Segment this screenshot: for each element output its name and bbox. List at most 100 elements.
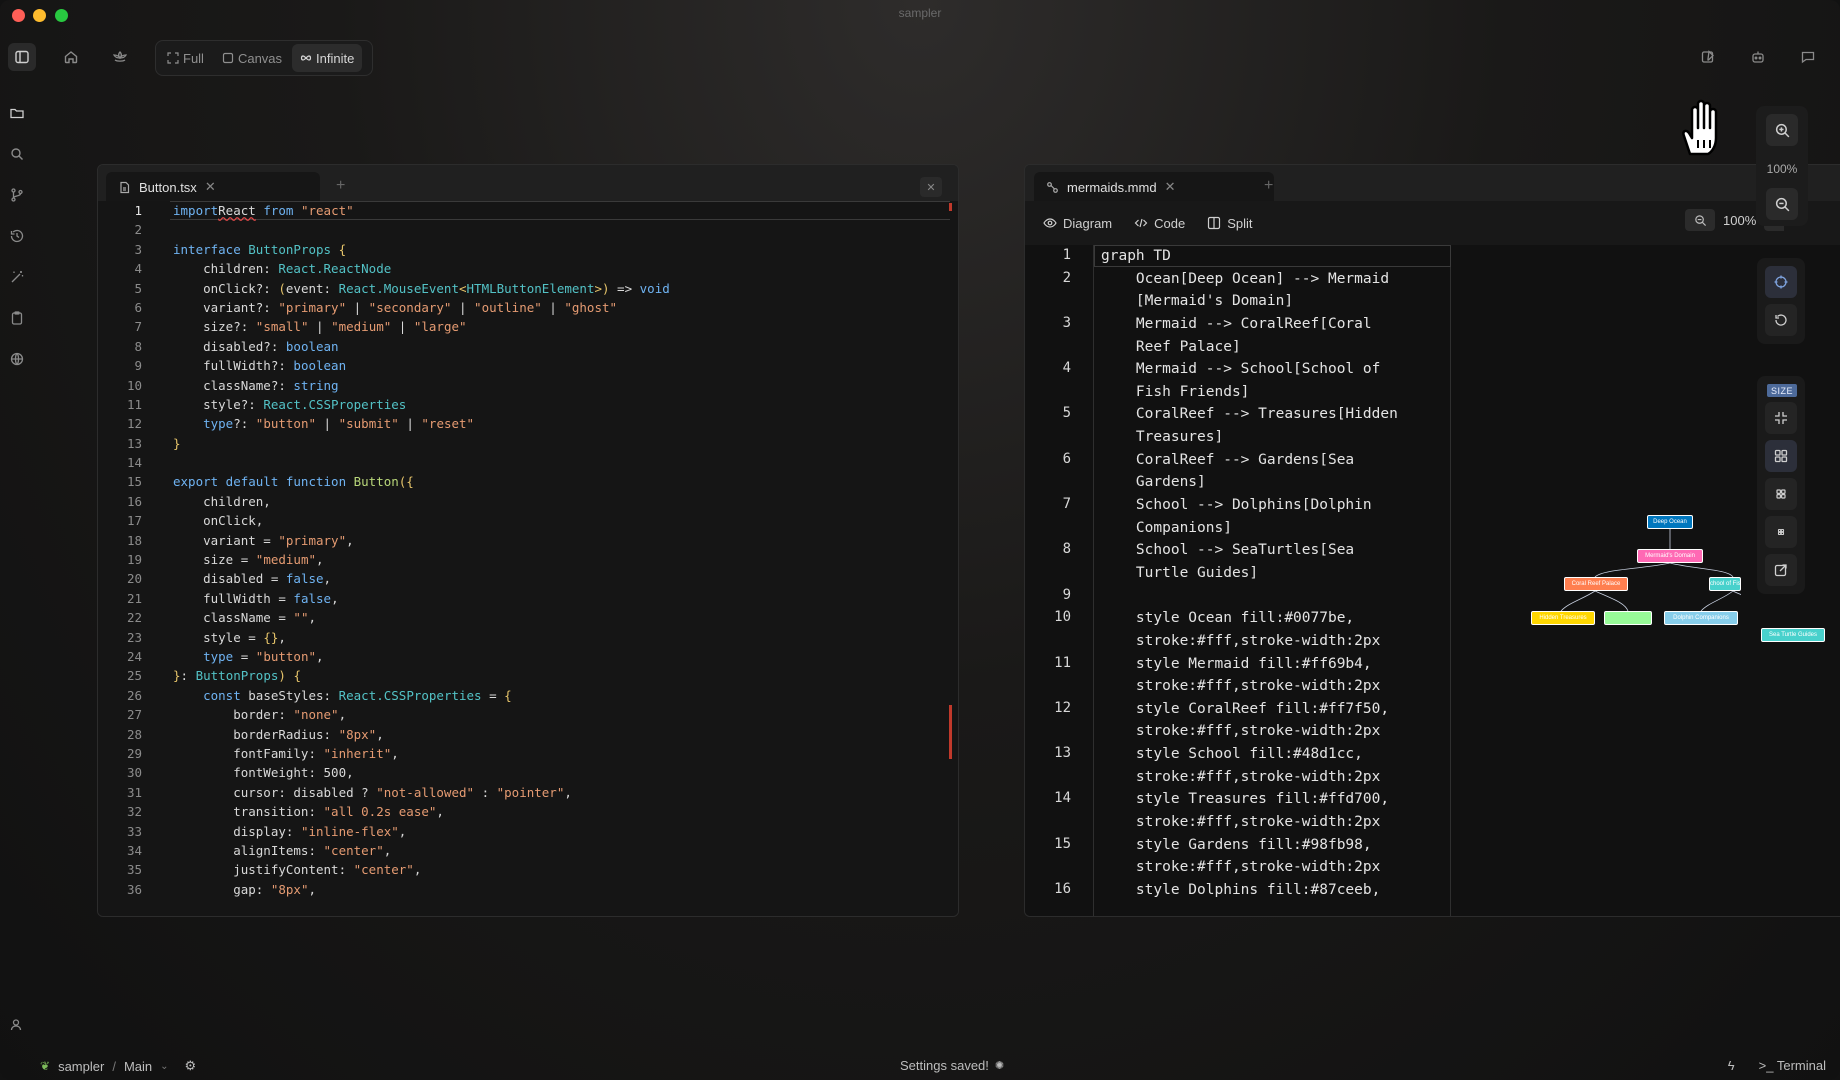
mode-canvas-button[interactable]: Canvas [214, 44, 290, 72]
canvas-zoom-out-button[interactable] [1766, 188, 1798, 220]
line-number: 10 [126, 377, 142, 393]
close-tab-icon[interactable]: ✕ [205, 179, 216, 195]
split-view-button[interactable]: Split [1207, 216, 1253, 231]
code-token: borderRadius: [173, 726, 339, 742]
branch-selector[interactable]: Main [124, 1059, 152, 1074]
shrink-button[interactable] [1765, 402, 1797, 434]
assistant-button[interactable] [1744, 43, 1772, 71]
code-token: "large" [413, 319, 467, 335]
history-button[interactable] [6, 225, 28, 247]
terminal-button[interactable]: >_ Terminal [1759, 1058, 1826, 1073]
code-token: false [285, 571, 324, 587]
web-button[interactable] [6, 348, 28, 370]
open-external-button[interactable] [1765, 554, 1797, 586]
diagram-node[interactable]: Sea Turtle Guides [1761, 628, 1825, 642]
code-line: size?: "small" | "medium" | "large" [173, 317, 958, 336]
line-number: 1 [1062, 247, 1071, 263]
new-note-button[interactable] [1694, 43, 1722, 71]
magic-button[interactable] [6, 266, 28, 288]
code-token: , [338, 707, 347, 723]
code-token: type [203, 648, 234, 664]
lightning-icon[interactable]: ϟ [1728, 1058, 1735, 1073]
mermaid-code-line: Reef Palace] [1101, 338, 1241, 355]
recenter-button[interactable] [1765, 266, 1797, 298]
folder-icon [10, 108, 24, 119]
reset-view-button[interactable] [1765, 304, 1797, 336]
code-token: type [203, 416, 234, 432]
code-token: event: [285, 280, 339, 296]
chat-button[interactable] [1794, 43, 1822, 71]
code-view-button[interactable]: Code [1134, 216, 1185, 231]
diagram-node[interactable]: Coral Reef Palace [1564, 577, 1628, 591]
chevron-down-icon[interactable]: ⌄ [160, 1061, 168, 1072]
size-small-button[interactable] [1765, 516, 1797, 548]
diagram-view-button[interactable]: Diagram [1043, 216, 1112, 231]
explorer-button[interactable] [6, 102, 28, 124]
line-number: 11 [1054, 654, 1071, 671]
size-medium-button[interactable] [1765, 478, 1797, 510]
code-token: children: [173, 261, 279, 277]
diagram-node[interactable]: Deep Ocean [1647, 515, 1693, 529]
line-number: 16 [126, 493, 142, 509]
diagram-node[interactable]: Dolphin Companions [1664, 611, 1738, 625]
tab-button-tsx[interactable]: Button.tsx ✕ [106, 172, 320, 202]
account-button[interactable] [6, 1014, 28, 1036]
close-panel-button[interactable]: ✕ [920, 177, 942, 197]
line-number: 33 [126, 823, 142, 839]
code-token: | [308, 319, 332, 335]
code-token: | [346, 299, 369, 315]
close-tab-icon[interactable]: ✕ [1165, 179, 1176, 195]
diagram-preview[interactable]: Deep Ocean Mermaid's Domain Coral Reef P… [1403, 507, 1741, 647]
code-token: React.CSSProperties [263, 396, 407, 412]
code-token: style = [173, 629, 264, 645]
project-name[interactable]: sampler [58, 1059, 104, 1074]
new-tab-plus[interactable]: + [1264, 177, 1273, 195]
code-token: , [413, 862, 422, 878]
code-token: React.ReactNode [278, 261, 392, 277]
code-token: , [346, 532, 354, 548]
reset-icon [1775, 314, 1787, 326]
code-token: , [308, 610, 317, 626]
lotus-button[interactable] [106, 43, 134, 71]
code-line: onClick, [173, 511, 958, 530]
mode-infinite-button[interactable]: Infinite [292, 44, 363, 72]
diagram-zoom-out-button[interactable] [1685, 209, 1715, 231]
line-number: 2 [134, 222, 142, 238]
collapse-icon [1775, 412, 1787, 424]
line-number: 11 [126, 396, 142, 412]
diagram-node[interactable]: Hidden Treasures [1531, 611, 1595, 625]
code-token: onClick?: [173, 280, 279, 296]
canvas-zoom-in-button[interactable] [1766, 114, 1798, 146]
tab-mermaid[interactable]: mermaids.mmd ✕ [1034, 172, 1274, 202]
clipboard-button[interactable] [6, 307, 28, 329]
diagram-node[interactable]: School of Fish [1709, 577, 1741, 591]
mermaid-code-line: style Treasures fill:#ffd700, [1101, 791, 1390, 808]
line-number: 12 [126, 416, 142, 432]
new-tab-button[interactable]: + [336, 177, 345, 195]
source-control-button[interactable] [6, 184, 28, 206]
toggle-sidebar-button[interactable] [8, 43, 36, 71]
mermaid-code-line: stroke:#fff,stroke-width:2px [1101, 813, 1381, 830]
mermaid-code-line: Mermaid --> CoralReef[Coral [1101, 315, 1372, 332]
line-number: 28 [126, 726, 142, 742]
line-number: 8 [134, 338, 142, 354]
search-button[interactable] [6, 143, 28, 165]
grid-small-icon [1777, 528, 1785, 536]
diagram-node[interactable] [1604, 611, 1652, 625]
code-token: export default function [173, 474, 347, 490]
canvas-zoom-panel: 100% [1756, 106, 1808, 226]
settings-gear-icon[interactable]: ⚙ [185, 1058, 197, 1074]
home-button[interactable] [57, 43, 85, 71]
code-editor[interactable]: 1 2 3 4 5 6 7 8 9 10 11 12 13 14 15 16 17 18 19 20 21 22 23 24 2… [98, 201, 958, 916]
code-token: ) [602, 280, 610, 296]
mermaid-code-line: style Gardens fill:#98fb98, [1101, 836, 1372, 853]
code-token: "8px" [270, 881, 309, 897]
git-branch-icon [11, 188, 23, 202]
code-token: "pointer" [496, 784, 565, 800]
mode-full-button[interactable]: Full [159, 44, 212, 72]
code-token: "button" [255, 648, 317, 664]
size-large-button[interactable] [1765, 440, 1797, 472]
code-token: "all 0.2s ease" [323, 804, 437, 820]
diagram-node[interactable]: Mermaid's Domain [1637, 549, 1703, 563]
